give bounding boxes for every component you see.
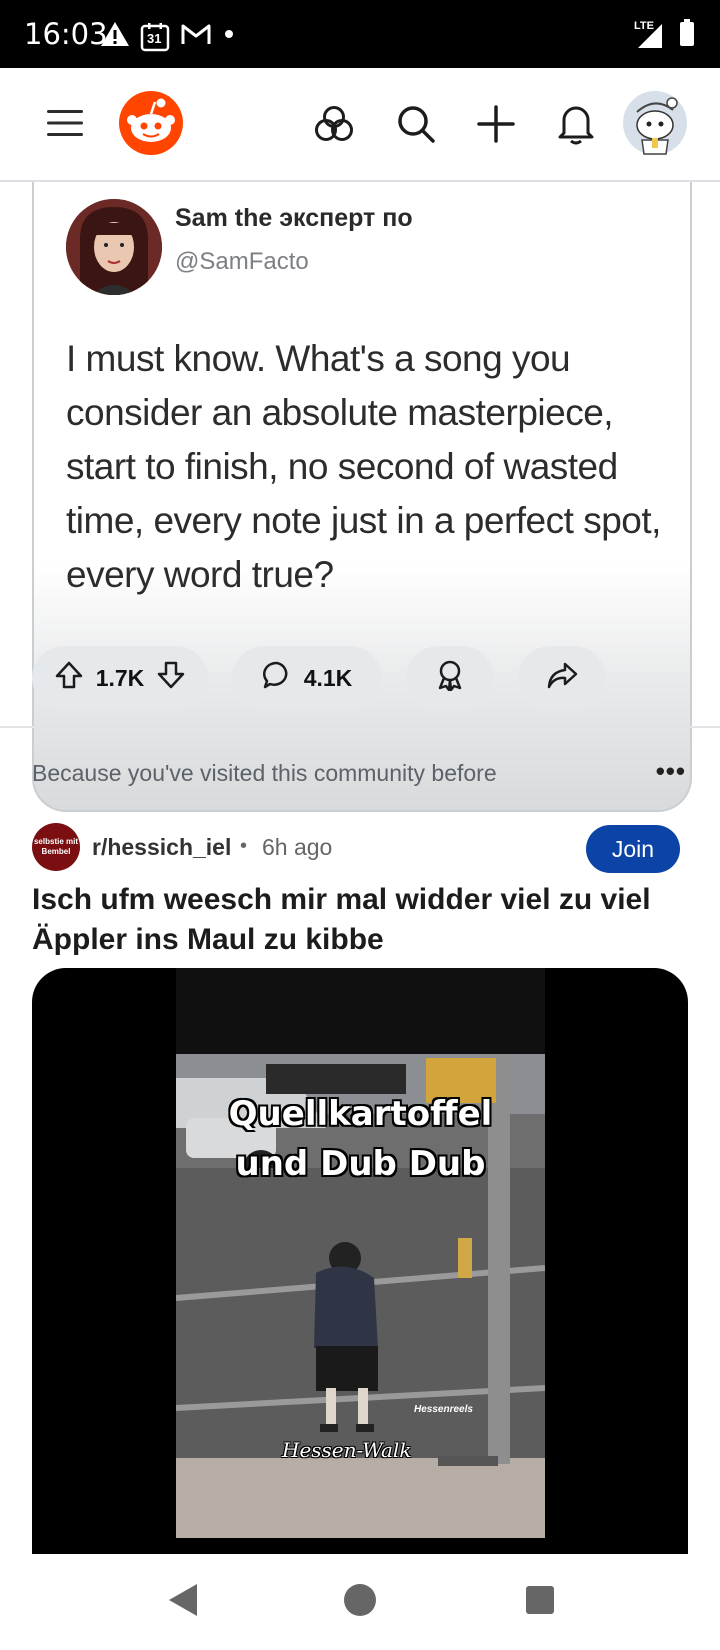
tweet-author-avatar bbox=[66, 199, 162, 295]
search-icon[interactable] bbox=[392, 100, 440, 148]
subreddit-avatar-text: selbstie mit Bembel bbox=[33, 837, 78, 856]
tweet-author-handle: @SamFacto bbox=[175, 248, 309, 275]
calendar-day: 31 bbox=[147, 30, 162, 46]
notifications-icon[interactable] bbox=[552, 98, 600, 148]
meta-separator: • bbox=[240, 835, 248, 857]
comment-count: 4.1K bbox=[303, 664, 353, 691]
battery-icon bbox=[678, 18, 696, 53]
share-icon bbox=[546, 661, 578, 695]
signal-icon: LTE bbox=[634, 19, 664, 50]
communities-icon[interactable] bbox=[310, 100, 358, 148]
notification-dot-icon bbox=[222, 27, 236, 46]
vote-count: 1.7K bbox=[95, 664, 145, 691]
more-options-button[interactable]: ••• bbox=[656, 756, 686, 787]
app-bar bbox=[0, 68, 720, 182]
back-icon[interactable] bbox=[158, 1576, 206, 1624]
upvote-icon[interactable] bbox=[54, 660, 84, 696]
feed[interactable]: Sam the эксперт по @SamFacto I must know… bbox=[0, 182, 720, 1554]
downvote-icon[interactable] bbox=[156, 660, 186, 696]
home-icon[interactable] bbox=[336, 1576, 384, 1624]
network-type: LTE bbox=[634, 19, 654, 32]
post-title[interactable]: Isch ufm weesch mir mal widder viel zu v… bbox=[32, 880, 692, 960]
menu-icon[interactable] bbox=[40, 98, 90, 148]
post-divider bbox=[0, 726, 720, 728]
video-frame: Quellkartoffel und Dub Dub Hessenreels H… bbox=[176, 968, 545, 1538]
vote-pill: 1.7K bbox=[32, 646, 208, 710]
award-icon bbox=[435, 659, 465, 697]
create-icon[interactable] bbox=[472, 100, 520, 148]
subreddit-name[interactable]: r/hessich_iel bbox=[92, 834, 231, 861]
calendar-icon: 31 bbox=[140, 22, 170, 52]
comments-button[interactable]: 4.1K bbox=[232, 646, 382, 710]
recents-icon[interactable] bbox=[516, 1576, 564, 1624]
post-time: 6h ago bbox=[262, 834, 333, 860]
video-subtitle: Hessen-Walk bbox=[282, 1438, 412, 1462]
tweet-text: I must know. What's a song you consider … bbox=[66, 338, 661, 595]
video-caption-line2: und Dub Dub bbox=[235, 1144, 486, 1184]
join-button[interactable]: Join bbox=[586, 825, 680, 873]
tweet-author-name: Sam the эксперт по bbox=[175, 204, 413, 232]
video-watermark: Hessenreels bbox=[414, 1404, 473, 1415]
avatar[interactable] bbox=[622, 90, 688, 156]
comment-icon bbox=[262, 660, 292, 696]
warning-icon bbox=[100, 20, 130, 53]
reddit-logo-icon[interactable] bbox=[118, 90, 184, 156]
video-caption-line1: Quellkartoffel bbox=[228, 1094, 493, 1134]
status-bar: 16:03 31 LTE bbox=[0, 0, 720, 68]
award-button[interactable] bbox=[406, 646, 494, 710]
recommendation-reason: Because you've visited this community be… bbox=[32, 760, 497, 786]
video-player[interactable]: Quellkartoffel und Dub Dub Hessenreels H… bbox=[32, 968, 688, 1554]
gmail-icon bbox=[180, 22, 212, 51]
system-nav-bar bbox=[0, 1554, 720, 1650]
share-button[interactable] bbox=[518, 646, 606, 710]
subreddit-avatar[interactable]: selbstie mit Bembel bbox=[32, 823, 80, 871]
status-time: 16:03 bbox=[24, 17, 108, 51]
